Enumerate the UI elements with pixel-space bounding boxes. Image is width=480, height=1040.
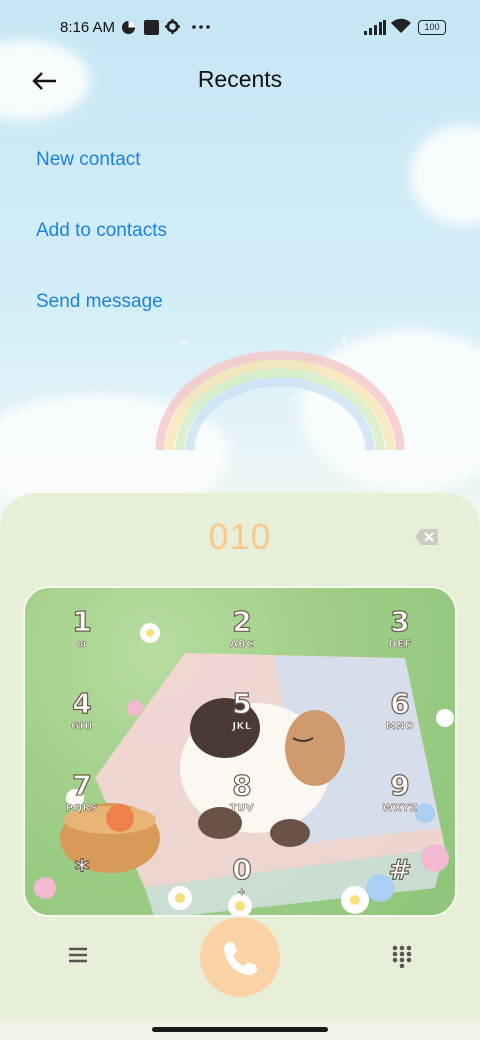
status-bar: 8:16 AM 100 [0, 0, 480, 56]
key-3[interactable]: 3 DEF [355, 602, 445, 672]
key-8[interactable]: 8 TUV [197, 766, 287, 836]
key-digit: 0 [232, 853, 253, 886]
key-letters: TUV [229, 803, 255, 815]
key-digit: 9 [390, 769, 411, 802]
key-4[interactable]: 4 GHI [37, 684, 127, 754]
key-letters: ABC [229, 639, 255, 651]
battery-icon: 100 [418, 20, 446, 35]
backspace-icon [415, 529, 438, 545]
key-6[interactable]: 6 MNO [355, 684, 445, 754]
key-star[interactable]: * [37, 850, 127, 915]
key-5[interactable]: 5 JKL [197, 684, 287, 754]
data-saver-icon [121, 20, 136, 35]
svg-text:+: + [290, 391, 297, 405]
key-digit: 8 [232, 769, 253, 802]
dialed-number: 010 [208, 516, 272, 557]
add-to-contacts-button[interactable]: Add to contacts [36, 220, 167, 242]
key-letters: GHI [71, 721, 93, 733]
key-2[interactable]: 2 ABC [197, 602, 287, 672]
key-letters: PQRS [65, 803, 99, 815]
key-digit: 7 [72, 769, 93, 802]
svg-text:+: + [340, 332, 348, 348]
page-title: Recents [197, 66, 283, 92]
key-7[interactable]: 7 PQRS [37, 766, 127, 836]
menu-button[interactable] [66, 944, 90, 966]
key-letters: WXYZ [382, 803, 418, 815]
key-digit: * [74, 853, 90, 886]
cloud-decoration [410, 125, 480, 225]
key-digit: 4 [72, 687, 93, 720]
signal-icon [364, 20, 386, 35]
keypad: 1 ω 2 ABC 3 DEF 4 GHI 5 JKL 6 MNO 7 PQRS… [23, 586, 457, 917]
key-1[interactable]: 1 ω [37, 602, 127, 672]
wifi-icon [391, 18, 411, 33]
key-digit: 1 [72, 605, 93, 638]
key-letters: DEF [388, 639, 412, 651]
dialpad-icon [392, 945, 412, 968]
key-letters: + [237, 887, 247, 899]
stop-icon [144, 20, 159, 35]
menu-icon [69, 947, 87, 963]
key-9[interactable]: 9 WXYZ [355, 766, 445, 836]
key-0[interactable]: 0 + [197, 850, 287, 915]
keypad-toggle-button[interactable] [390, 944, 414, 968]
settings-icon [165, 19, 180, 34]
key-hash[interactable]: # [355, 850, 445, 915]
key-letters: JKL [232, 721, 252, 733]
key-digit: # [388, 853, 413, 886]
key-letters: MNO [385, 721, 415, 733]
backspace-button[interactable] [414, 527, 440, 547]
new-contact-button[interactable]: New contact [36, 149, 141, 171]
status-time: 8:16 AM [60, 19, 116, 36]
key-digit: 2 [232, 605, 253, 638]
phone-icon [224, 942, 257, 975]
call-button[interactable] [200, 917, 280, 997]
home-indicator[interactable] [152, 1027, 328, 1032]
more-icon [192, 25, 210, 29]
voicemail-icon: ω [77, 639, 87, 651]
key-digit: 6 [390, 687, 411, 720]
rainbow-decoration: + + + [155, 332, 405, 451]
svg-text:+: + [180, 335, 188, 351]
dialer-screen: + + + 8:16 AM 100 Recents New contact Ad… [0, 0, 480, 1040]
send-message-button[interactable]: Send message [36, 291, 163, 313]
battery-level: 100 [424, 22, 440, 32]
key-digit: 3 [390, 605, 411, 638]
key-digit: 5 [232, 687, 253, 720]
